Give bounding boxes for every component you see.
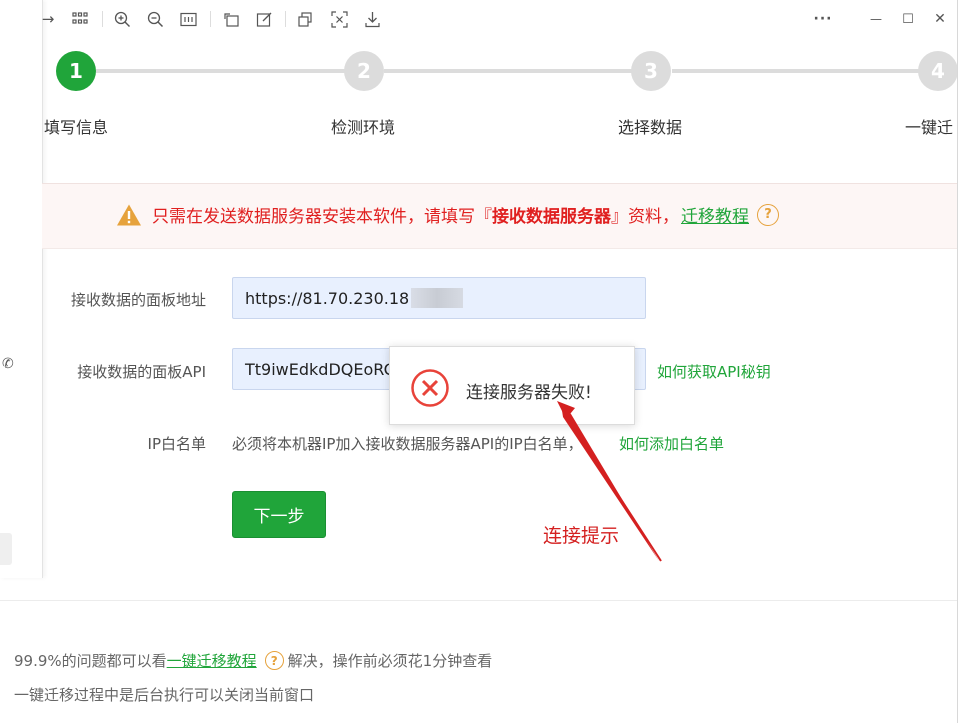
phone-icon[interactable]: ✆ [2, 356, 14, 372]
footer-line-2: 一键迁移过程中是后台执行可以关闭当前窗口 [14, 686, 315, 704]
rotate-icon[interactable] [221, 9, 241, 29]
maximize-button[interactable]: ☐ [898, 9, 918, 29]
annotation-label: 连接提示 [543, 525, 620, 547]
step-1-circle: 1 [56, 51, 96, 91]
zoom-out-icon[interactable] [145, 9, 165, 29]
warning-icon [117, 204, 141, 225]
footer-line-1: 99.9%的问题都可以看 一键迁移教程 ? 解决，操作前必须花1分钟查看 [14, 650, 492, 671]
get-api-key-link[interactable]: 如何获取API秘钥 [657, 361, 771, 382]
api-value: Tt9iwEdkdDQEoRC [245, 359, 395, 379]
screenshot-icon[interactable] [329, 9, 349, 29]
step-connector [384, 69, 634, 73]
notice-banner: 只需在发送数据服务器安装本软件，请填写『 接收数据服务器 』资料， 迁移教程 ? [42, 183, 958, 249]
address-label: 接收数据的面板地址 [70, 291, 206, 309]
error-icon [411, 369, 449, 407]
download-icon[interactable] [362, 9, 382, 29]
error-message: 连接服务器失败! [466, 383, 592, 403]
fit-icon[interactable] [178, 9, 198, 29]
notice-emphasis: 接收数据服务器 [492, 207, 611, 227]
step-1-label: 填写信息 [44, 118, 109, 137]
help-icon[interactable]: ? [264, 651, 284, 670]
address-input[interactable]: https://81.70.230.18 [232, 277, 646, 319]
ip-whitelist-label: IP白名单 [147, 435, 206, 453]
more-icon[interactable]: ··· [813, 9, 833, 29]
ip-whitelist-text: 必须将本机器IP加入接收数据服务器API的IP白名单， [232, 435, 583, 453]
step-4-label: 一键迁 [905, 118, 954, 137]
api-label: 接收数据的面板API [77, 363, 206, 381]
next-step-button[interactable]: 下一步 [232, 491, 326, 538]
step-connector [96, 69, 346, 73]
edit-icon[interactable] [254, 9, 274, 29]
zoom-in-icon[interactable] [112, 9, 132, 29]
connection-error-toast: 连接服务器失败! [389, 346, 635, 425]
address-value: https://81.70.230.18 [245, 288, 410, 308]
notice-text: 只需在发送数据服务器安装本软件，请填写『 [152, 207, 492, 227]
migration-tutorial-link[interactable]: 迁移教程 [681, 202, 749, 227]
grid-icon[interactable] [70, 9, 90, 29]
step-2-label: 检测环境 [331, 118, 396, 137]
notice-tail: 』资料， [611, 207, 679, 227]
footer-prefix: 99.9%的问题都可以看 [14, 652, 167, 670]
divider [0, 600, 958, 601]
add-whitelist-link[interactable]: 如何添加白名单 [619, 433, 724, 454]
masked-region [411, 288, 464, 308]
help-icon[interactable]: ? [757, 203, 779, 226]
step-4-circle: 4 [918, 51, 958, 91]
copy-icon[interactable] [295, 9, 315, 29]
step-3-label: 选择数据 [618, 118, 683, 137]
one-click-tutorial-link[interactable]: 一键迁移教程 [167, 650, 257, 671]
step-connector [672, 69, 922, 73]
close-button[interactable]: ✕ [930, 9, 950, 29]
arrow-right-icon[interactable]: → [38, 9, 58, 29]
side-panel-tab[interactable] [0, 533, 12, 565]
minimize-button[interactable]: — [866, 9, 886, 29]
step-3-circle: 3 [631, 51, 671, 91]
step-2-circle: 2 [344, 51, 384, 91]
footer-suffix: 解决，操作前必须花1分钟查看 [287, 652, 493, 670]
